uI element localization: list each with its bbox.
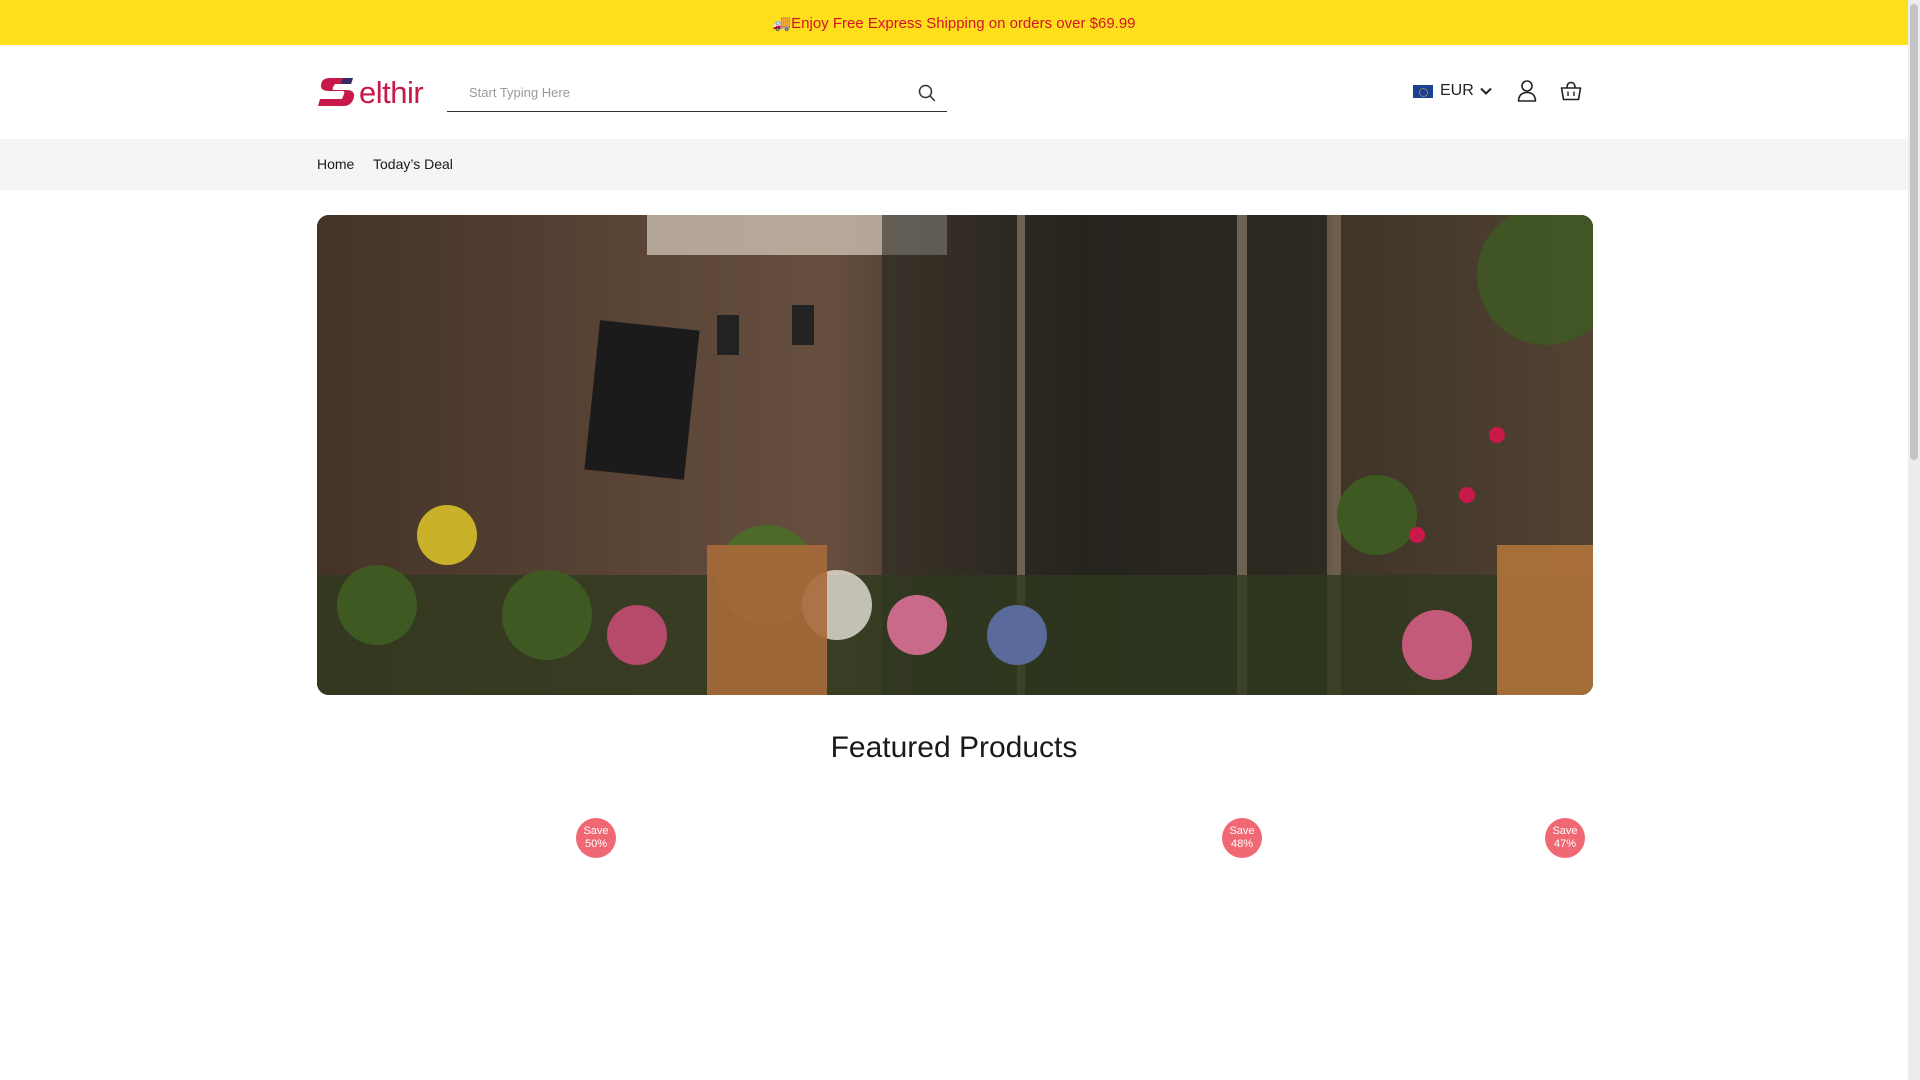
discount-badge: Save 47% — [1545, 818, 1585, 858]
nav-item-home[interactable]: Home — [317, 156, 354, 172]
scrollbar-thumb[interactable] — [1910, 4, 1918, 460]
logo-s-mark — [318, 78, 355, 106]
brand-logo[interactable]: elthir — [317, 74, 424, 110]
hero-banner[interactable] — [317, 215, 1593, 695]
cart-basket-icon[interactable] — [1559, 79, 1583, 103]
discount-badge: Save 48% — [1222, 818, 1262, 858]
currency-selector[interactable]: EUR — [1413, 81, 1492, 101]
chevron-down-icon — [1480, 87, 1492, 95]
account-icon[interactable] — [1515, 79, 1539, 103]
search-icon[interactable] — [907, 74, 947, 112]
storefront-photo — [317, 215, 1593, 695]
announcement-bar: 🚚Enjoy Free Express Shipping on orders o… — [0, 0, 1908, 45]
currency-code: EUR — [1440, 82, 1474, 99]
page-scrollbar[interactable] — [1908, 0, 1920, 1080]
search-bar — [447, 74, 947, 112]
main-nav: Home Today’s Deal — [0, 139, 1908, 190]
eu-flag-icon — [1413, 84, 1433, 98]
search-input[interactable] — [447, 74, 907, 111]
featured-products-heading: Featured Products — [830, 731, 1078, 764]
discount-badge: Save 50% — [576, 818, 616, 858]
logo-wordmark: elthir — [359, 74, 424, 110]
site-header: elthir EUR — [0, 45, 1908, 139]
announcement-text: 🚚Enjoy Free Express Shipping on orders o… — [772, 14, 1136, 32]
nav-item-todays-deal[interactable]: Today’s Deal — [373, 156, 453, 172]
